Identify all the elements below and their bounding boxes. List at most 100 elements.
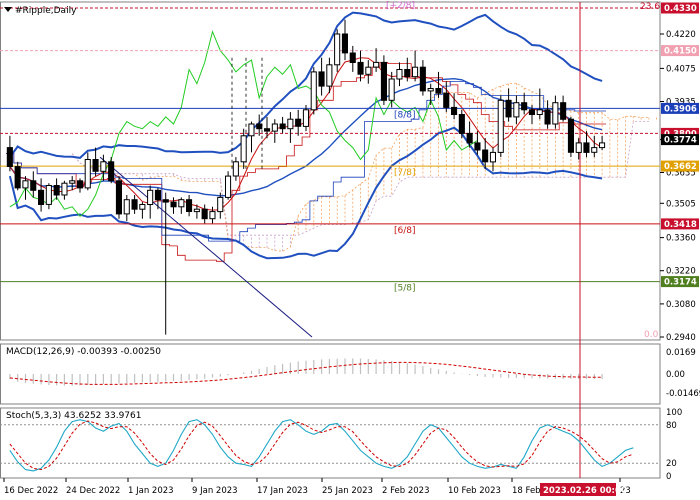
candle-body <box>92 159 99 172</box>
candle-body <box>271 123 278 132</box>
candle-body <box>6 147 13 168</box>
candle-body <box>232 161 239 177</box>
candle-body <box>139 204 146 210</box>
candle-body <box>326 64 333 87</box>
candle-body <box>162 199 169 203</box>
candle-body <box>497 99 504 153</box>
price-tag-text: 0.4150 <box>664 47 697 57</box>
candle-body <box>69 180 76 184</box>
candle-body <box>100 161 107 172</box>
chart-root: [8/8][7/8][6/8][5/8] 0.42200.40750.39350… <box>0 1 700 496</box>
candle-body <box>209 211 216 220</box>
bollinger-upper <box>9 11 603 159</box>
candle-body <box>53 185 60 196</box>
candle-body <box>505 99 512 118</box>
candle-body <box>256 123 263 130</box>
candle-body <box>513 102 520 118</box>
candle-body <box>147 189 154 206</box>
candle-body <box>45 185 52 205</box>
candle-body <box>154 189 161 201</box>
candle-body <box>567 118 575 153</box>
candle-body <box>396 69 403 80</box>
candle-body <box>302 109 309 127</box>
candle-body <box>217 196 224 213</box>
price-tick-label: 0.3360 <box>666 234 696 244</box>
price-tag-text: 0.3774 <box>664 136 697 146</box>
candles <box>6 19 606 335</box>
candle-body <box>365 66 372 75</box>
time-label: 18 Feb <box>512 486 541 496</box>
candle-body <box>380 61 387 101</box>
price-tick-label: 0.3220 <box>666 267 696 277</box>
candle-body <box>310 71 317 111</box>
candle-body <box>14 166 21 189</box>
candle-body <box>591 147 598 153</box>
candle-body <box>419 66 426 92</box>
candle-body <box>443 92 450 108</box>
candle-body <box>412 66 419 78</box>
candle-body <box>521 102 528 111</box>
candle-body <box>131 199 138 210</box>
stoch-tick-label: 80 <box>666 421 677 431</box>
stoch-tick-label: 0 <box>666 472 671 482</box>
candle-body <box>373 61 380 68</box>
time-label: 25 Jan 2023 <box>322 486 373 496</box>
price-tick-label: 0.3080 <box>666 300 696 310</box>
price-tick-label: 0.4075 <box>666 64 696 74</box>
candle-body <box>30 180 37 191</box>
price-tag-text: 0.3662 <box>664 162 697 172</box>
candle-body <box>334 33 341 66</box>
candle-body <box>318 71 325 87</box>
chart-title: #Ripple,Daily <box>15 6 77 16</box>
candle-body <box>435 88 442 94</box>
price-tick-label: 0.3505 <box>666 199 696 209</box>
candle-body <box>84 159 91 189</box>
macd-label: MACD(12,26,9) -0.00393 -0.00250 <box>6 347 161 357</box>
price-tag-text: 0.4330 <box>664 4 697 14</box>
candle-body <box>357 61 364 75</box>
level-label: [8/8] <box>394 110 416 120</box>
stoch-label: Stoch(5,3,3) 43.6252 33.9761 <box>6 411 141 421</box>
candle-body <box>560 102 567 120</box>
time-label: 17 Jan 2023 <box>257 486 308 496</box>
candle-body <box>458 114 465 134</box>
indicator-lines <box>6 30 606 262</box>
candle-body <box>279 123 286 130</box>
candle-body <box>388 78 395 101</box>
candle-body <box>240 135 247 163</box>
time-label: 10 Feb 2023 <box>448 486 501 496</box>
fib-bottom-label: 0.0 <box>644 330 659 340</box>
candle-body <box>427 88 434 92</box>
candle-body <box>61 182 68 196</box>
price-tick-label: 0.2940 <box>666 333 696 343</box>
stoch-tick-label: 20 <box>666 459 677 469</box>
candle-body <box>186 199 193 212</box>
price-tags: 0.43300.41500.39060.38000.37740.36620.34… <box>661 2 699 288</box>
candle-body <box>178 199 185 208</box>
candle-body <box>404 69 411 78</box>
candle-body <box>341 33 348 54</box>
level-label: [6/8] <box>394 226 416 236</box>
candle-body <box>575 142 582 153</box>
macd-tick-label: 0.00 <box>666 370 685 380</box>
macd-tick-label: 0.0169 <box>666 348 696 358</box>
chart-dropdown-icon[interactable] <box>4 7 12 12</box>
candle-body <box>489 151 496 163</box>
top-note: [+2/8] <box>386 1 415 11</box>
time-label: 1 Jan 2023 <box>128 486 174 496</box>
fib-top-label: 23.6 <box>640 2 660 12</box>
candle-body <box>599 142 606 149</box>
candle-body <box>536 109 543 116</box>
candle-body <box>108 161 115 182</box>
candle-body <box>115 180 123 215</box>
candle-body <box>170 201 177 208</box>
level-label: [7/8] <box>394 168 416 178</box>
candle-body <box>22 180 29 189</box>
candle-body <box>474 142 481 151</box>
candle-body <box>451 106 458 116</box>
time-label: 9 Jan 2023 <box>192 486 238 496</box>
price-tick-label: 0.4220 <box>666 30 696 40</box>
candle-body <box>264 128 271 132</box>
candle-body <box>248 123 255 137</box>
candle-body <box>193 208 200 213</box>
